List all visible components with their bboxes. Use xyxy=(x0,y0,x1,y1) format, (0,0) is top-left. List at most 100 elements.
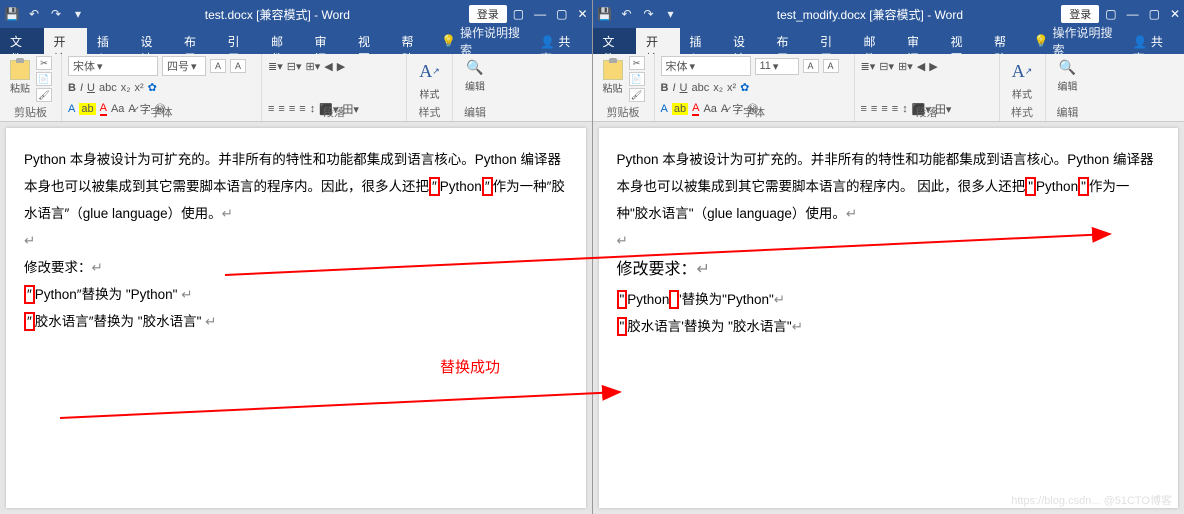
share-button[interactable]: 👤 共享 xyxy=(1123,28,1184,54)
share-button[interactable]: 👤 共享 xyxy=(530,28,591,54)
copy-icon[interactable]: 📄 xyxy=(629,72,645,86)
tab-review[interactable]: 审阅 xyxy=(897,28,941,54)
undo-icon[interactable]: ↶ xyxy=(619,6,635,22)
maximize-icon[interactable]: ▢ xyxy=(556,7,567,21)
tab-insert[interactable]: 插入 xyxy=(680,28,724,54)
tab-insert[interactable]: 插入 xyxy=(87,28,131,54)
tell-me-search[interactable]: 💡操作说明搜索 xyxy=(1034,28,1123,54)
close-icon[interactable]: ✕ xyxy=(577,7,587,21)
login-button[interactable]: 登录 xyxy=(469,5,507,23)
format-painter-icon[interactable]: 🖌 xyxy=(629,88,645,102)
shrink-font-icon[interactable]: A xyxy=(823,59,839,73)
text: 胶水语言″替换为 "胶水语言" xyxy=(35,314,205,329)
tab-help[interactable]: 帮助 xyxy=(392,28,436,54)
indent-inc-icon[interactable]: ▶ xyxy=(337,60,345,73)
qat-dropdown-icon[interactable]: ▾ xyxy=(663,6,679,22)
save-icon[interactable]: 💾 xyxy=(597,6,613,22)
grow-font-icon[interactable]: A xyxy=(210,59,226,73)
chevron-down-icon: ▾ xyxy=(773,60,779,73)
styles-icon[interactable]: A↗ xyxy=(1009,56,1035,86)
phonetic-icon[interactable]: ✿ xyxy=(148,81,157,94)
numbering-icon[interactable]: ⊟▾ xyxy=(879,60,894,73)
para-group-label: 段落 xyxy=(855,104,999,120)
document-left[interactable]: Python 本身被设计为可扩充的。并非所有的特性和功能都集成到语言核心。Pyt… xyxy=(6,128,586,508)
indent-dec-icon[interactable]: ◀ xyxy=(917,60,925,73)
strike-icon[interactable]: abc xyxy=(691,82,709,94)
indent-dec-icon[interactable]: ◀ xyxy=(324,60,332,73)
subscript-icon[interactable]: x₂ xyxy=(121,82,131,94)
subscript-icon[interactable]: x₂ xyxy=(713,82,723,94)
paste-label: 粘贴 xyxy=(603,80,623,95)
ribbon-options-icon[interactable]: ▢ xyxy=(513,7,524,21)
tell-me-search[interactable]: 💡操作说明搜索 xyxy=(441,28,530,54)
tab-design[interactable]: 设计 xyxy=(723,28,767,54)
tab-design[interactable]: 设计 xyxy=(131,28,175,54)
tab-file[interactable]: 文件 xyxy=(593,28,637,54)
tab-view[interactable]: 视图 xyxy=(348,28,392,54)
tab-file[interactable]: 文件 xyxy=(0,28,44,54)
bold-icon[interactable]: B xyxy=(68,82,76,94)
format-painter-icon[interactable]: 🖌 xyxy=(36,88,52,102)
window-controls: ▢ — ▢ ✕ xyxy=(513,7,588,21)
bullets-icon[interactable]: ≣▾ xyxy=(268,60,283,73)
numbering-icon[interactable]: ⊟▾ xyxy=(287,60,302,73)
grow-font-icon[interactable]: A xyxy=(803,59,819,73)
redo-icon[interactable]: ↷ xyxy=(641,6,657,22)
paste-button[interactable]: 粘贴 xyxy=(6,56,34,98)
cut-icon[interactable]: ✂ xyxy=(629,56,645,70)
qat-dropdown-icon[interactable]: ▾ xyxy=(70,6,86,22)
style-group-label: 样式 xyxy=(1000,104,1045,120)
indent-inc-icon[interactable]: ▶ xyxy=(929,60,937,73)
highlight-quote: ″ xyxy=(24,285,35,304)
tab-view[interactable]: 视图 xyxy=(941,28,985,54)
chevron-down-icon: ▾ xyxy=(97,60,103,73)
superscript-icon[interactable]: x² xyxy=(727,82,736,94)
ribbon-right: 粘贴 ✂ 📄 🖌 剪贴板 宋体 ▾ 11 ▾ A A B I U abc xyxy=(593,54,1184,122)
phonetic-icon[interactable]: ✿ xyxy=(740,81,749,94)
pilcrow-icon: ↵ xyxy=(792,319,803,334)
strike-icon[interactable]: abc xyxy=(99,82,117,94)
find-icon[interactable]: 🔍 xyxy=(464,56,486,78)
paste-button[interactable]: 粘贴 xyxy=(599,56,627,98)
superscript-icon[interactable]: x² xyxy=(135,82,144,94)
login-button[interactable]: 登录 xyxy=(1061,5,1099,23)
find-icon[interactable]: 🔍 xyxy=(1057,56,1079,78)
font-name-select[interactable]: 宋体 ▾ xyxy=(68,56,158,76)
tab-home[interactable]: 开始 xyxy=(44,28,88,54)
document-right[interactable]: Python 本身被设计为可扩充的。并非所有的特性和功能都集成到语言核心。Pyt… xyxy=(599,128,1179,508)
multilevel-icon[interactable]: ⊞▾ xyxy=(898,60,913,73)
tab-references[interactable]: 引用 xyxy=(810,28,854,54)
underline-icon[interactable]: U xyxy=(680,82,688,94)
ribbon-options-icon[interactable]: ▢ xyxy=(1105,7,1116,21)
highlight-quote: " xyxy=(617,290,628,309)
italic-icon[interactable]: I xyxy=(80,82,83,94)
tab-mailings[interactable]: 邮件 xyxy=(261,28,305,54)
styles-icon[interactable]: A↗ xyxy=(417,56,443,86)
tab-help[interactable]: 帮助 xyxy=(984,28,1028,54)
bullets-icon[interactable]: ≣▾ xyxy=(861,60,876,73)
minimize-icon[interactable]: — xyxy=(534,7,546,21)
tab-home[interactable]: 开始 xyxy=(636,28,680,54)
tab-references[interactable]: 引用 xyxy=(218,28,262,54)
tab-layout[interactable]: 布局 xyxy=(767,28,811,54)
doc-paragraph-1: Python 本身被设计为可扩充的。并非所有的特性和功能都集成到语言核心。Pyt… xyxy=(617,146,1161,227)
font-size-select[interactable]: 四号 ▾ xyxy=(162,56,206,76)
shrink-font-icon[interactable]: A xyxy=(230,59,246,73)
redo-icon[interactable]: ↷ xyxy=(48,6,64,22)
font-name-select[interactable]: 宋体 ▾ xyxy=(661,56,751,76)
font-size-select[interactable]: 11 ▾ xyxy=(755,58,799,75)
copy-icon[interactable]: 📄 xyxy=(36,72,52,86)
underline-icon[interactable]: U xyxy=(87,82,95,94)
tab-layout[interactable]: 布局 xyxy=(174,28,218,54)
bold-icon[interactable]: B xyxy=(661,82,669,94)
maximize-icon[interactable]: ▢ xyxy=(1149,7,1160,21)
tab-review[interactable]: 审阅 xyxy=(305,28,349,54)
tab-mailings[interactable]: 邮件 xyxy=(854,28,898,54)
minimize-icon[interactable]: — xyxy=(1127,7,1139,21)
multilevel-icon[interactable]: ⊞▾ xyxy=(306,60,321,73)
cut-icon[interactable]: ✂ xyxy=(36,56,52,70)
close-icon[interactable]: ✕ xyxy=(1170,7,1180,21)
italic-icon[interactable]: I xyxy=(672,82,675,94)
undo-icon[interactable]: ↶ xyxy=(26,6,42,22)
save-icon[interactable]: 💾 xyxy=(4,6,20,22)
